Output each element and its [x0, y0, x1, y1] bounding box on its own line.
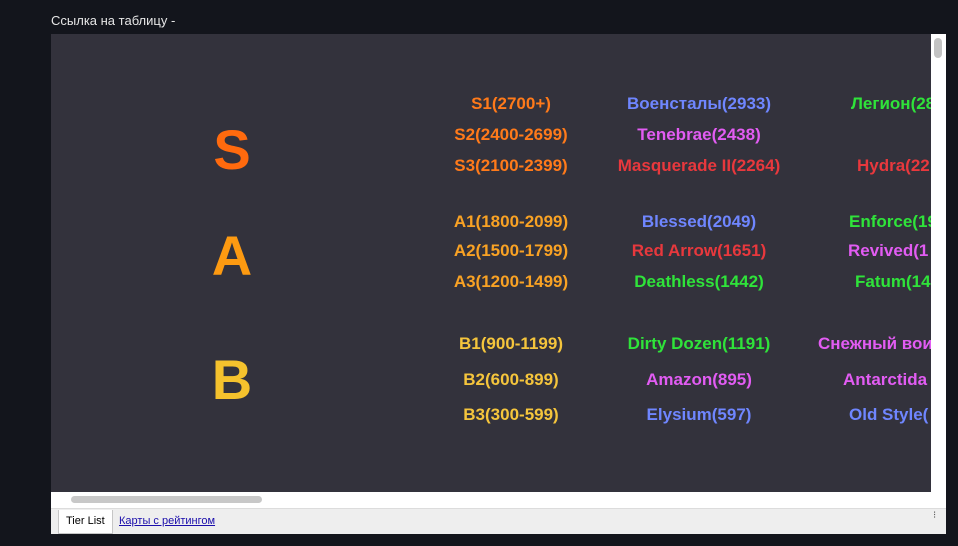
clan-cell: Enforce(19	[849, 212, 931, 231]
tier-range-cell: B1(900-1199)	[459, 334, 563, 353]
clan-cell: Blessed(2049)	[641, 212, 757, 231]
tab-maps-rating[interactable]: Карты с рейтингом	[112, 510, 222, 534]
page-label: Ссылка на таблицу -	[51, 13, 176, 28]
clan-cell: Легион(28	[851, 94, 931, 113]
clan-cell: Elysium(597)	[646, 405, 752, 424]
tier-range-cell: A1(1800-2099)	[453, 212, 569, 231]
clan-cell: Revived(1	[848, 241, 929, 260]
sheet-canvas[interactable]: S S1(2700+) Военсталы(2933) Легион(28 S2(240…	[51, 34, 931, 492]
clan-cell: Снежный вои	[818, 334, 931, 353]
clan-cell: Old Style(	[849, 405, 929, 424]
clan-cell: Fatum(14	[855, 272, 931, 291]
tier-letter-a: A	[211, 224, 253, 287]
clan-cell: Red Arrow(1651)	[631, 241, 767, 260]
tier-range-cell: S1(2700+)	[471, 94, 551, 113]
tier-range-cell: S3(2100-2399)	[454, 156, 568, 175]
clan-cell: Masquerade II(2264)	[617, 156, 781, 175]
clan-cell: Tenebrae(2438)	[637, 125, 761, 144]
embedded-spreadsheet[interactable]: S S1(2700+) Военсталы(2933) Легион(28 S2(240…	[51, 34, 946, 534]
tier-range-cell: A3(1200-1499)	[453, 272, 569, 291]
tier-letter-s: S	[213, 118, 251, 181]
tier-range-cell: B2(600-899)	[463, 370, 559, 389]
resize-grip-icon[interactable]: ⁝	[933, 510, 945, 532]
horizontal-scrollbar-thumb[interactable]	[71, 496, 262, 503]
clan-cell: Военсталы(2933)	[626, 94, 772, 113]
vertical-scrollbar-thumb[interactable]	[934, 38, 942, 58]
clan-cell: Amazon(895)	[646, 370, 752, 389]
tier-range-cell: B3(300-599)	[463, 405, 559, 424]
tier-range-cell: S2(2400-2699)	[454, 125, 568, 144]
clan-cell: Dirty Dozen(1191)	[627, 334, 771, 353]
clan-cell: Hydra(22	[857, 156, 930, 175]
clan-cell: Deathless(1442)	[634, 272, 764, 291]
tab-tier-list[interactable]: Tier List	[58, 510, 113, 534]
clan-cell: Antarctida	[843, 370, 928, 389]
tier-letter-b: B	[211, 348, 253, 411]
tier-range-cell: A2(1500-1799)	[453, 241, 569, 260]
vertical-scrollbar[interactable]	[931, 34, 946, 492]
